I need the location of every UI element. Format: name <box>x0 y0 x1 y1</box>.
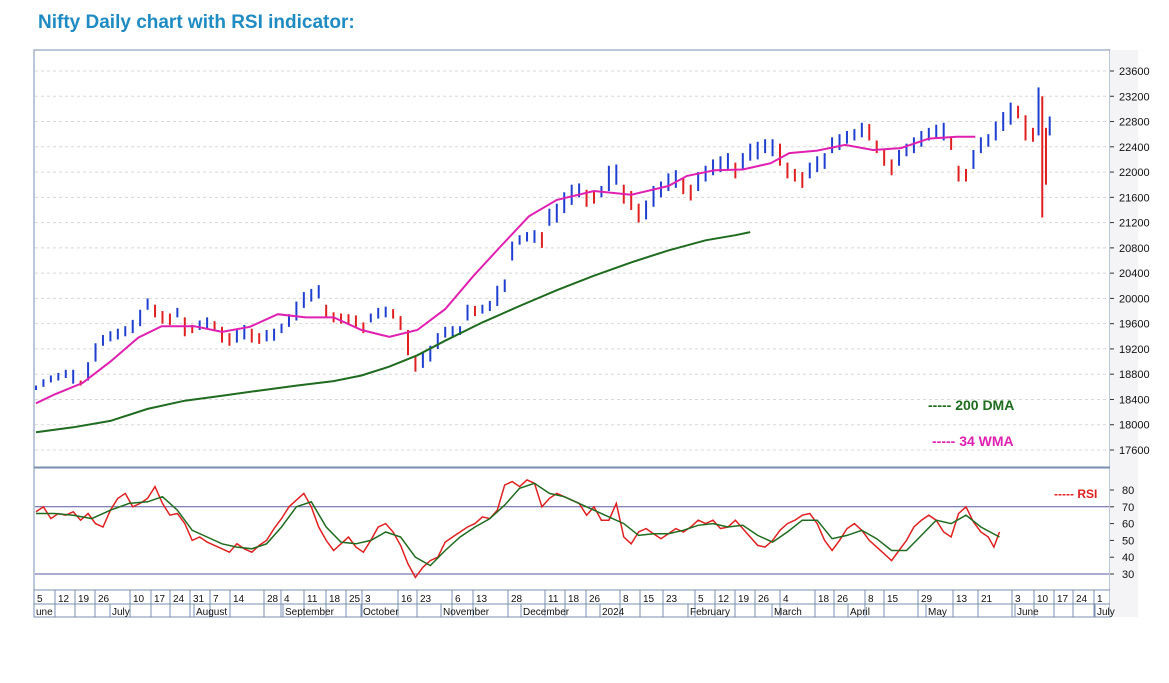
rsi-tick-label: 30 <box>1122 569 1134 581</box>
month-label: October <box>363 607 399 618</box>
date-label: 10 <box>133 594 145 605</box>
legend-34wma: ----- 34 WMA <box>932 433 1014 449</box>
rsi-line <box>35 479 1001 579</box>
month-label: December <box>523 607 570 618</box>
price-tick-label: 22000 <box>1119 167 1150 179</box>
nifty-chart: 17600 18000 18400 18800 19200 19600 20000 20400… <box>33 49 1150 618</box>
date-label: 13 <box>956 594 968 605</box>
date-label: 11 <box>307 594 318 605</box>
price-tick-label: 22800 <box>1119 117 1150 129</box>
month-label: May <box>928 607 947 618</box>
price-tick-label: 21200 <box>1119 218 1150 230</box>
date-label: 28 <box>511 594 523 605</box>
rsi-tick-label: 50 <box>1122 535 1134 547</box>
price-tick-label: 18800 <box>1119 369 1150 381</box>
date-label: 28 <box>267 594 279 605</box>
date-label: 17 <box>154 594 166 605</box>
price-tick-label: 17600 <box>1119 445 1150 457</box>
date-label: 19 <box>78 594 90 605</box>
x-axis: 5 12 19 26 10 17 24 31 7 14 28 4 11 18 25 3 16 23 6 13 28 11 1… <box>33 590 1115 618</box>
date-label: 12 <box>718 594 730 605</box>
price-tick-label: 23600 <box>1119 66 1150 78</box>
date-label: 3 <box>365 594 371 605</box>
date-label: 1 <box>1097 594 1103 605</box>
date-label: 12 <box>58 594 70 605</box>
date-label: 14 <box>233 594 245 605</box>
date-label: 25 <box>349 594 361 605</box>
month-label: July <box>112 607 130 618</box>
date-label: 8 <box>623 594 629 605</box>
month-label: April <box>850 607 870 618</box>
date-label: 29 <box>921 594 933 605</box>
month-label: August <box>196 607 227 618</box>
month-label: une <box>36 607 53 618</box>
month-label: June <box>1017 607 1039 618</box>
date-label: 15 <box>643 594 655 605</box>
date-label: 10 <box>1037 594 1049 605</box>
legend-rsi: ----- RSI <box>1054 487 1097 501</box>
legend-200dma: ----- 200 DMA <box>928 397 1014 413</box>
date-label: 21 <box>981 594 993 605</box>
dma200-line <box>35 231 751 434</box>
price-grid <box>35 70 1109 451</box>
rsi-panel-frame <box>33 467 1111 591</box>
price-tick-label: 19200 <box>1119 344 1150 356</box>
price-tick-label: 18400 <box>1119 394 1150 406</box>
date-label: 19 <box>738 594 750 605</box>
date-label: 23 <box>666 594 678 605</box>
date-label: 13 <box>476 594 488 605</box>
price-tick-label: 22400 <box>1119 142 1150 154</box>
rsi-lines <box>35 479 1001 579</box>
date-label: 24 <box>173 594 185 605</box>
date-label: 18 <box>329 594 341 605</box>
month-label: 2024 <box>602 607 625 618</box>
date-label: 31 <box>193 594 205 605</box>
date-label: 26 <box>98 594 110 605</box>
wma34-line <box>35 135 976 405</box>
price-tick-label: 20400 <box>1119 268 1150 280</box>
rsi-grid <box>35 506 1109 575</box>
date-label: 16 <box>401 594 413 605</box>
date-label: 8 <box>868 594 874 605</box>
month-label: July <box>1097 607 1115 618</box>
price-bars <box>35 87 1051 390</box>
rsi-tick-label: 40 <box>1122 552 1134 564</box>
price-tick-label: 21600 <box>1119 192 1150 204</box>
rsi-tick-label: 80 <box>1122 485 1134 497</box>
date-label: 18 <box>568 594 580 605</box>
right-gutter <box>1110 50 1138 617</box>
date-label: 24 <box>1076 594 1088 605</box>
month-label: March <box>774 607 802 618</box>
date-label: 26 <box>837 594 849 605</box>
date-label: 3 <box>1015 594 1021 605</box>
date-label: 5 <box>698 594 704 605</box>
price-tick-label: 18000 <box>1119 420 1150 432</box>
date-label: 18 <box>818 594 830 605</box>
date-label: 5 <box>37 594 43 605</box>
date-label: 11 <box>548 594 559 605</box>
price-tick-label: 20000 <box>1119 293 1150 305</box>
date-label: 23 <box>420 594 432 605</box>
month-label: November <box>443 607 490 618</box>
price-tick-label: 23200 <box>1119 91 1150 103</box>
price-tick-label: 20800 <box>1119 243 1150 255</box>
date-label: 6 <box>455 594 461 605</box>
date-label: 4 <box>783 594 789 605</box>
price-tick-label: 19600 <box>1119 319 1150 331</box>
date-label: 17 <box>1057 594 1069 605</box>
rsi-tick-label: 60 <box>1122 519 1134 531</box>
date-label: 15 <box>887 594 899 605</box>
month-label: September <box>285 607 335 618</box>
date-label: 7 <box>213 594 219 605</box>
date-label: 26 <box>589 594 601 605</box>
date-label: 4 <box>284 594 290 605</box>
rsi-tick-label: 70 <box>1122 502 1134 514</box>
date-label: 26 <box>758 594 770 605</box>
month-label: February <box>690 607 730 618</box>
